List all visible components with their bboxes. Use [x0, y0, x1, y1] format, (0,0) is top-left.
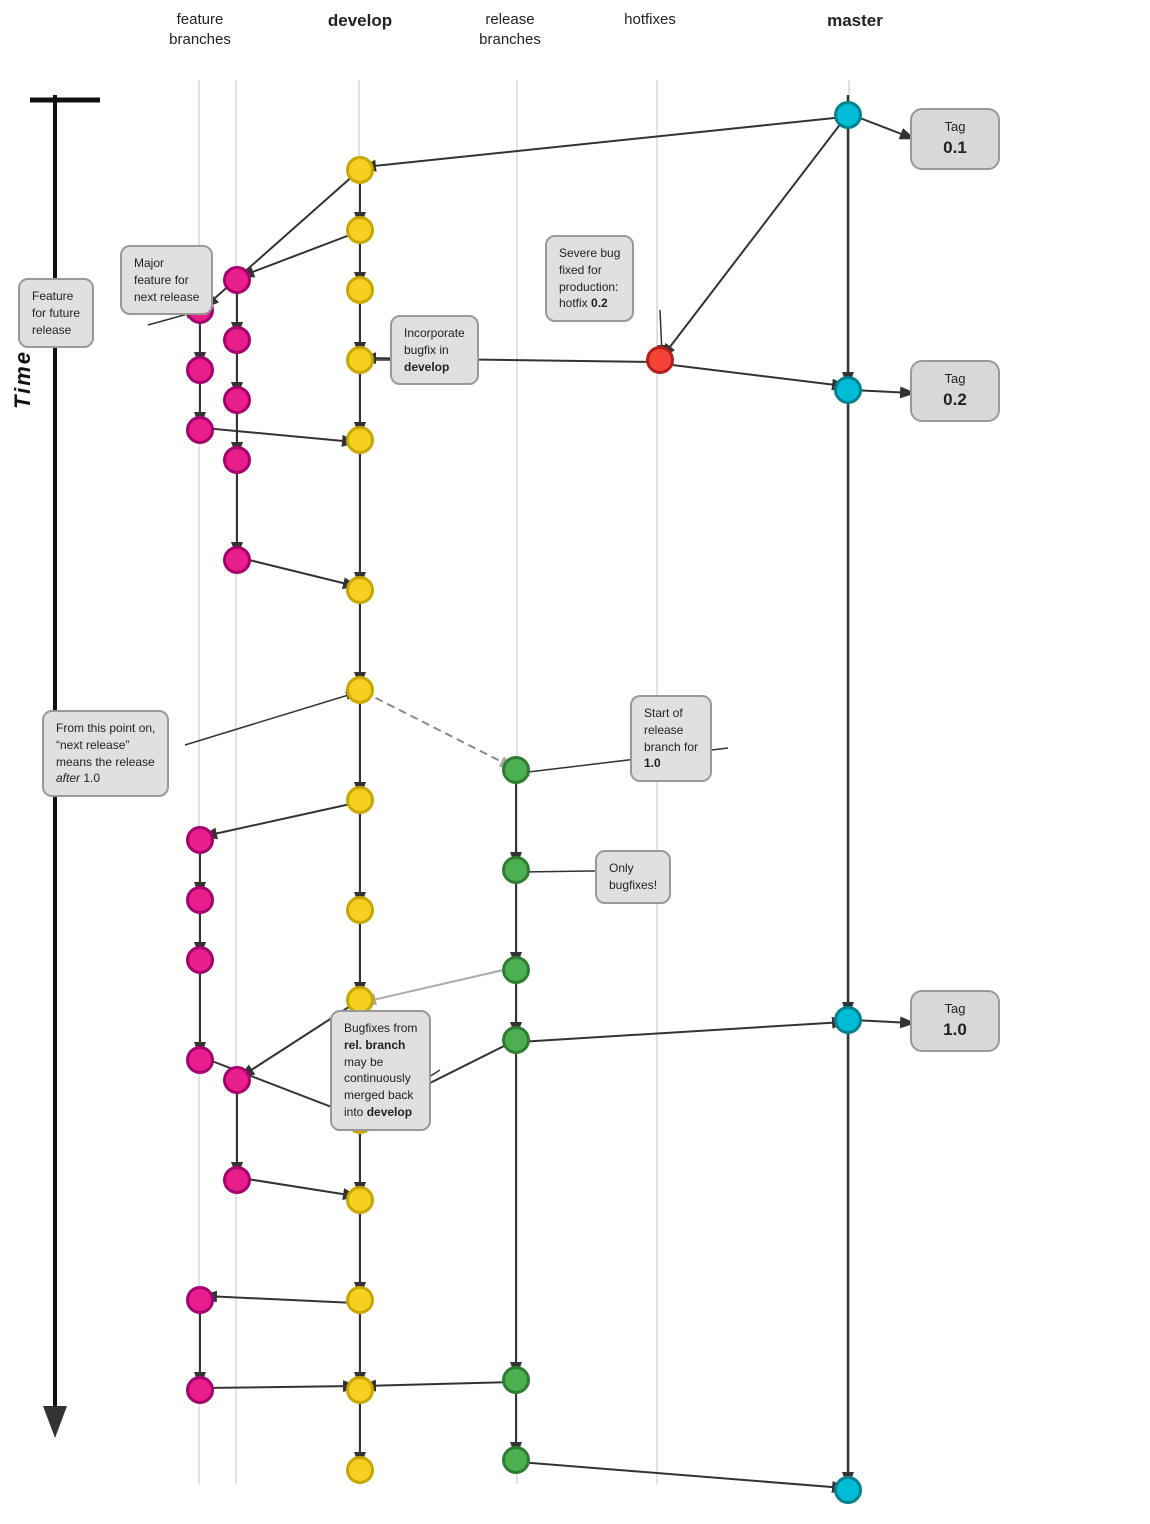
release-node-6 [502, 1446, 530, 1474]
feature2-node-5 [223, 546, 251, 574]
diagram-svg [0, 0, 1150, 1524]
hotfixes-header: hotfixes [610, 10, 690, 30]
develop-node-13 [346, 1286, 374, 1314]
tag-10-number: 1.0 [924, 1018, 986, 1042]
feature2-node-3 [223, 386, 251, 414]
feature2-node-4 [223, 446, 251, 474]
develop-node-15 [346, 1456, 374, 1484]
tag-02-number: 0.2 [924, 388, 986, 412]
develop-node-7 [346, 676, 374, 704]
time-label: Time [10, 350, 36, 409]
severe-bug-callout: Severe bugfixed forproduction:hotfix 0.2 [545, 235, 634, 322]
tag-10-box: Tag1.0 [910, 990, 1000, 1052]
master-node-2 [834, 376, 862, 404]
next-release-callout: From this point on,“next release”means t… [42, 710, 169, 797]
feature5-node-2 [186, 1376, 214, 1404]
master-column-line [848, 80, 850, 1484]
feature2-node-1 [223, 266, 251, 294]
develop-node-6 [346, 576, 374, 604]
master-node-3 [834, 1006, 862, 1034]
release-node-2 [502, 856, 530, 884]
bugfixes-merged-callout: Bugfixes fromrel. branchmay becontinuous… [330, 1010, 431, 1131]
feature5-node-1 [186, 1286, 214, 1314]
feature1-node-2 [186, 356, 214, 384]
feature4-node-2 [223, 1166, 251, 1194]
tag-01-number: 0.1 [924, 136, 986, 160]
release-node-4 [502, 1026, 530, 1054]
feature3-node-2 [186, 886, 214, 914]
feature4-node-1 [223, 1066, 251, 1094]
develop-node-9 [346, 896, 374, 924]
feature-header: featurebranches [155, 10, 245, 49]
incorporate-bugfix-callout: Incorporatebugfix indevelop [390, 315, 479, 385]
tag-02-box: Tag0.2 [910, 360, 1000, 422]
develop-node-1 [346, 156, 374, 184]
start-release-callout: Start ofreleasebranch for1.0 [630, 695, 712, 782]
develop-node-5 [346, 426, 374, 454]
tag-01-box: Tag0.1 [910, 108, 1000, 170]
master-node-4 [834, 1476, 862, 1504]
feature2-node-2 [223, 326, 251, 354]
feature3-node-4 [186, 1046, 214, 1074]
release-header: releasebranches [465, 10, 555, 49]
develop-header: develop [320, 10, 400, 32]
hotfix-node-1 [646, 346, 674, 374]
master-node-1 [834, 101, 862, 129]
master-header: master [815, 10, 895, 32]
develop-node-3 [346, 276, 374, 304]
feature3-node-3 [186, 946, 214, 974]
develop-node-2 [346, 216, 374, 244]
develop-node-14 [346, 1376, 374, 1404]
feature1-node-3 [186, 416, 214, 444]
release-node-3 [502, 956, 530, 984]
develop-node-12 [346, 1186, 374, 1214]
major-feature-callout: Majorfeature fornext release [120, 245, 213, 315]
feature3-node-1 [186, 826, 214, 854]
only-bugfixes-callout: Onlybugfixes! [595, 850, 671, 904]
release-node-5 [502, 1366, 530, 1394]
release-node-1 [502, 756, 530, 784]
develop-node-4 [346, 346, 374, 374]
develop-node-8 [346, 786, 374, 814]
feature-future-callout: Featurefor futurerelease [18, 278, 94, 348]
